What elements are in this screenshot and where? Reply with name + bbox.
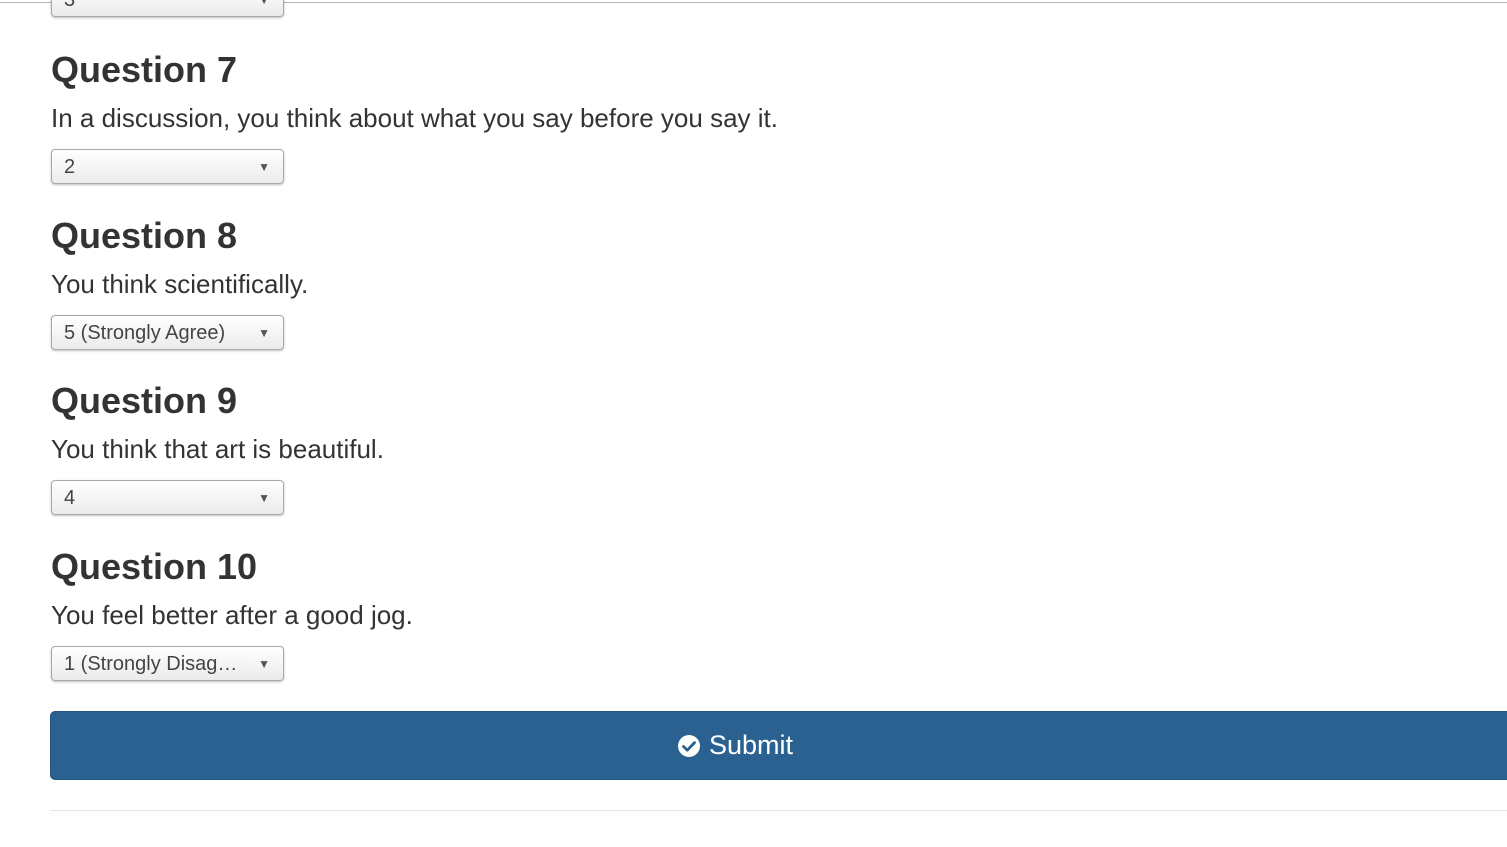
question-text: You think that art is beautiful. xyxy=(51,434,384,464)
question-text: You think scientifically. xyxy=(51,269,309,299)
chevron-down-icon: ▼ xyxy=(258,491,270,505)
question-text: In a discussion, you think about what yo… xyxy=(51,103,778,133)
question-title: Question 9 xyxy=(51,380,238,421)
selected-value: 4 xyxy=(64,487,76,509)
question-title: Question 10 xyxy=(51,546,258,587)
answer-select-question-9[interactable]: 4 ▼ xyxy=(51,480,284,515)
chevron-down-icon: ▼ xyxy=(258,326,270,340)
submit-label: Submit xyxy=(708,730,794,760)
question-text: You feel better after a good jog. xyxy=(51,600,413,630)
answer-select-question-10[interactable]: 1 (Strongly Disagree) ▼ xyxy=(51,646,284,681)
answer-select-question-7[interactable]: 2 ▼ xyxy=(51,149,284,184)
chevron-down-icon: ▼ xyxy=(258,0,270,7)
selected-value: 2 xyxy=(64,156,76,178)
selected-value: 1 (Strongly Disagree) xyxy=(64,653,242,675)
selected-value: 3 xyxy=(64,0,76,11)
question-title: Question 8 xyxy=(51,215,238,256)
submit-button[interactable]: Submit xyxy=(50,711,1507,780)
selected-value: 5 (Strongly Agree) xyxy=(64,322,226,344)
chevron-down-icon: ▼ xyxy=(258,160,270,174)
question-title: Question 7 xyxy=(51,49,238,90)
bottom-divider xyxy=(50,810,1507,811)
check-circle-icon xyxy=(677,734,700,757)
answer-select-question-8[interactable]: 5 (Strongly Agree) ▼ xyxy=(51,315,284,350)
answer-select-question-6[interactable]: 3 ▼ xyxy=(51,0,284,17)
chevron-down-icon: ▼ xyxy=(258,657,270,671)
